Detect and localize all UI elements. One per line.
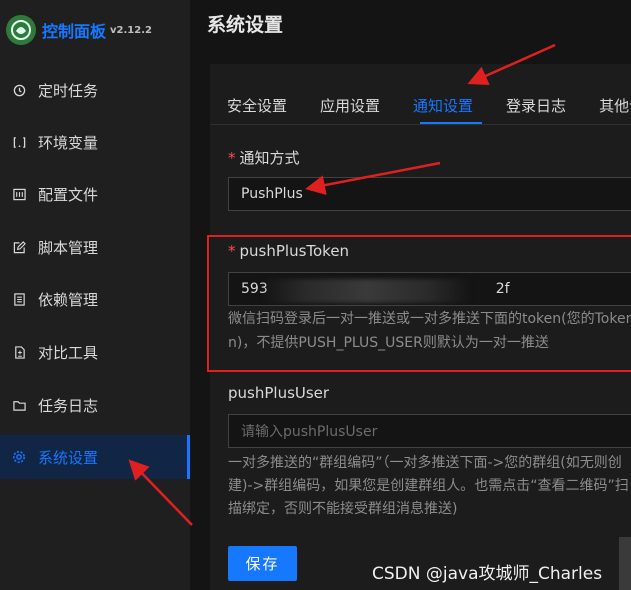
user-help-line3: 描绑定，否则不能接受群组消息推送) (228, 501, 458, 517)
user-help-line2: 建)->群组编码，如果您是创建群组人。也需点击“查看二维码”扫 (228, 478, 629, 494)
sidebar-item-label: 对比工具 (38, 343, 99, 362)
sidebar-item-label: 依赖管理 (38, 290, 99, 309)
required-mark: * (228, 242, 236, 260)
tabs-divider (210, 124, 631, 125)
sidebar-item-label: 环境变量 (38, 133, 99, 152)
tab-notification[interactable]: 通知设置 (413, 95, 473, 125)
required-mark: * (228, 149, 236, 167)
user-help-line1: 一对多推送的“群组编码”（一对多推送下面->您的群组(如无则创 (228, 455, 622, 471)
edit-icon (11, 239, 27, 255)
app-version: v2.12.2 (110, 24, 152, 36)
csdn-watermark: CSDN @java攻城师_Charles (372, 564, 603, 584)
config-file-icon (11, 186, 27, 202)
sidebar-item-settings[interactable]: 系统设置 (0, 435, 190, 479)
package-icon (11, 291, 27, 307)
sidebar-item-config[interactable]: 配置文件 (0, 172, 190, 216)
token-help-line1: 微信扫码登录后一对一推送或一对多推送下面的token(您的Token) (228, 311, 631, 327)
app-title: 控制面板 (42, 22, 107, 41)
redacted-token-blur (262, 279, 472, 303)
settings-tabs: 安全设置 应用设置 通知设置 登录日志 其他设置 (227, 95, 631, 125)
sidebar-item-cron[interactable]: 定时任务 (0, 68, 190, 112)
sidebar-item-scripts[interactable]: 脚本管理 (0, 225, 190, 269)
tab-login-log[interactable]: 登录日志 (506, 95, 566, 125)
diff-icon (11, 344, 27, 360)
user-input-placeholder: 请输入pushPlusUser (241, 424, 378, 440)
sidebar-item-label: 脚本管理 (38, 238, 99, 257)
sidebar-item-label: 任务日志 (38, 396, 99, 415)
sidebar-item-label: 系统设置 (38, 448, 99, 467)
sidebar-item-dependencies[interactable]: 依赖管理 (0, 277, 190, 321)
user-label: pushPlusUser (228, 384, 330, 402)
tab-other[interactable]: 其他设置 (599, 95, 631, 125)
save-button[interactable]: 保存 (228, 546, 297, 581)
clock-icon (11, 82, 27, 98)
tab-active-indicator (420, 122, 482, 124)
tab-app[interactable]: 应用设置 (320, 95, 380, 125)
tab-security[interactable]: 安全设置 (227, 95, 287, 125)
sidebar-item-env[interactable]: 环境变量 (0, 120, 190, 164)
sidebar: 控制面板 v2.12.2 定时任务 环境变量 配置文件 脚本管理 依赖管理 对比… (0, 0, 190, 590)
page-title: 系统设置 (207, 14, 284, 36)
notify-method-value: PushPlus (241, 186, 303, 202)
sidebar-item-logs[interactable]: 任务日志 (0, 383, 190, 427)
token-help-line2: n)，不提供PUSH_PLUS_USER则默认为一对一推送 (228, 335, 549, 351)
sidebar-item-diff[interactable]: 对比工具 (0, 330, 190, 374)
user-input[interactable]: 请输入pushPlusUser (228, 414, 631, 448)
gear-icon (11, 449, 27, 465)
notify-method-select[interactable]: PushPlus (228, 177, 631, 211)
app-logo[interactable]: 控制面板 v2.12.2 (6, 15, 152, 45)
token-value-end: 2f (495, 281, 510, 297)
variable-icon (11, 134, 27, 150)
sidebar-item-label: 定时任务 (38, 81, 99, 100)
sidebar-item-label: 配置文件 (38, 185, 99, 204)
token-label: * pushPlusToken (228, 242, 350, 260)
scrollbar-thumb[interactable] (619, 537, 631, 590)
dragon-logo-icon (6, 15, 36, 45)
notify-method-label: * 通知方式 (228, 149, 300, 167)
folder-icon (11, 397, 27, 413)
